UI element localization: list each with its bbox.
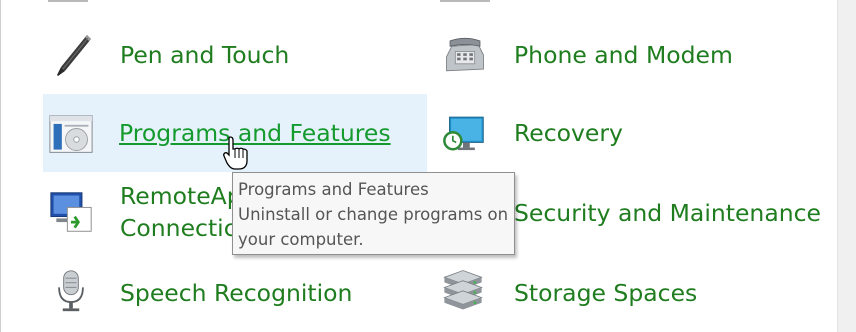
- control-panel-item-speech-recognition[interactable]: Speech Recognition: [43, 254, 427, 332]
- previous-item-edge: [48, 0, 88, 2]
- window-frame: [0, 0, 1, 332]
- item-label-line-2: Connectic: [120, 214, 237, 242]
- tooltip-line-2: your computer.: [238, 230, 364, 249]
- control-panel-item-pen-and-touch[interactable]: Pen and Touch: [43, 16, 427, 94]
- item-label: Speech Recognition: [120, 279, 353, 307]
- item-label: Storage Spaces: [514, 279, 698, 307]
- control-panel-item-phone-and-modem[interactable]: Phone and Modem: [437, 16, 837, 94]
- hand-cursor-icon: [223, 136, 248, 170]
- pen-icon: [57, 35, 91, 76]
- storage-spaces-icon: [443, 270, 483, 310]
- programs-icon: [49, 115, 93, 153]
- tooltip: Programs and Features Uninstall or chang…: [232, 172, 515, 255]
- item-label: Recovery: [514, 119, 623, 147]
- tooltip-line-1: Uninstall or change programs on: [238, 205, 509, 224]
- item-label: Security and Maintenance: [514, 199, 821, 227]
- control-panel-item-storage-spaces[interactable]: Storage Spaces: [437, 254, 837, 332]
- remote-desktop-icon: [50, 192, 92, 232]
- previous-item-edge: [440, 0, 490, 2]
- tooltip-title: Programs and Features: [238, 180, 429, 199]
- control-panel-item-recovery[interactable]: Recovery: [437, 94, 837, 172]
- phone-icon: [446, 37, 484, 72]
- item-label: Phone and Modem: [514, 41, 733, 69]
- item-label[interactable]: Programs and Features: [119, 119, 391, 147]
- item-label: Pen and Touch: [120, 41, 290, 69]
- vertical-scrollbar[interactable]: [837, 0, 856, 332]
- recovery-icon: [443, 116, 484, 151]
- item-label-line-1: RemoteAp: [120, 182, 242, 210]
- microphone-icon: [58, 270, 84, 312]
